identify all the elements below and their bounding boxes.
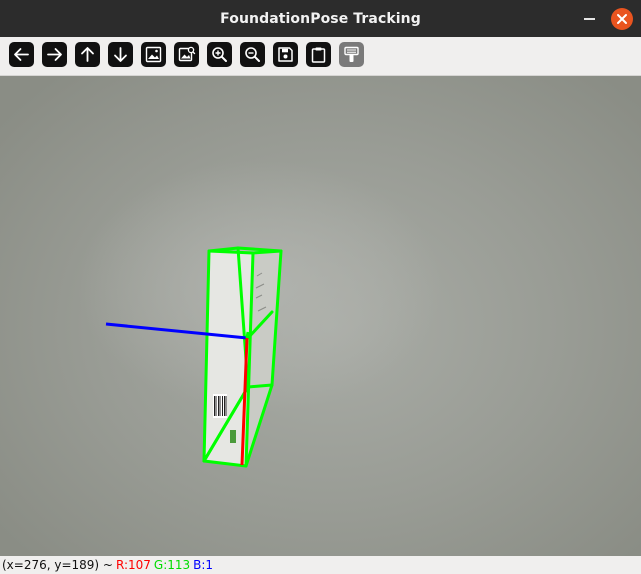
zoom-in-button[interactable] <box>207 42 232 67</box>
clipboard-icon <box>311 47 326 63</box>
toolbar <box>0 37 641 76</box>
cursor-coordinates: (x=276, y=189) ~ <box>2 558 113 572</box>
zoom-fit-button[interactable] <box>141 42 166 67</box>
arrow-right-icon <box>47 48 62 61</box>
zoom-out-icon <box>245 47 260 62</box>
window-title: FoundationPose Tracking <box>220 10 421 27</box>
title-bar[interactable]: FoundationPose Tracking <box>0 0 641 37</box>
image-zoom-icon <box>178 46 196 62</box>
app-window: FoundationPose Tracking (x=276, y=189) ~… <box>0 0 641 574</box>
zoom-original-button[interactable] <box>174 42 199 67</box>
properties-icon <box>344 46 359 62</box>
copy-to-clipboard-button[interactable] <box>306 42 331 67</box>
pan-up-button[interactable] <box>75 42 100 67</box>
pan-left-button[interactable] <box>9 42 34 67</box>
arrow-down-icon <box>114 47 127 62</box>
minimize-icon <box>583 18 595 20</box>
pan-right-button[interactable] <box>42 42 67 67</box>
image-icon <box>145 46 162 63</box>
zoom-out-button[interactable] <box>240 42 265 67</box>
image-view[interactable] <box>0 76 641 556</box>
status-bar: (x=276, y=189) ~ R:107 G:113 B:1 <box>0 556 641 574</box>
barcode <box>213 394 227 418</box>
tracking-frame <box>105 246 283 468</box>
pan-down-button[interactable] <box>108 42 133 67</box>
zoom-in-icon <box>212 47 227 62</box>
arrow-left-icon <box>14 48 29 61</box>
close-icon <box>617 14 627 24</box>
arrow-up-icon <box>81 47 94 62</box>
minimize-button[interactable] <box>578 8 600 30</box>
save-icon <box>278 47 293 62</box>
close-button[interactable] <box>611 8 633 30</box>
properties-button[interactable] <box>339 42 364 67</box>
pixel-blue-value: B:1 <box>193 558 214 572</box>
pose-axis-y <box>245 331 250 339</box>
pixel-green-value: G:113 <box>153 558 191 572</box>
save-button[interactable] <box>273 42 298 67</box>
pixel-red-value: R:107 <box>115 558 151 572</box>
green-label <box>230 430 236 443</box>
